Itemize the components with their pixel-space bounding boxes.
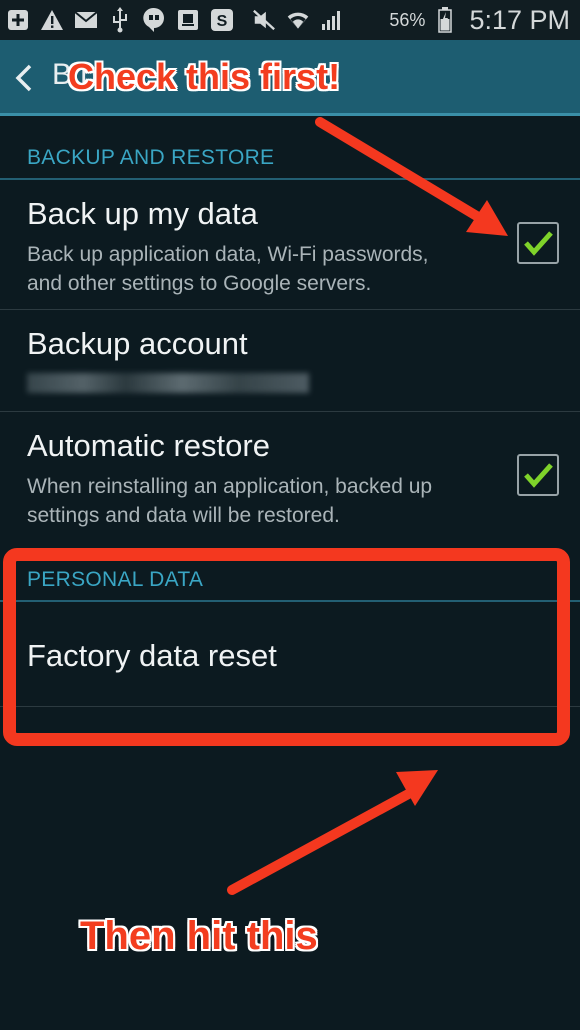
annotation-then-hit: Then hit this [80, 914, 318, 958]
arrow-to-factory-reset [227, 770, 438, 895]
annotation-arrows [227, 117, 508, 895]
arrow-to-checkbox [315, 117, 508, 236]
annotation-check-first: Check this first! [68, 56, 341, 97]
